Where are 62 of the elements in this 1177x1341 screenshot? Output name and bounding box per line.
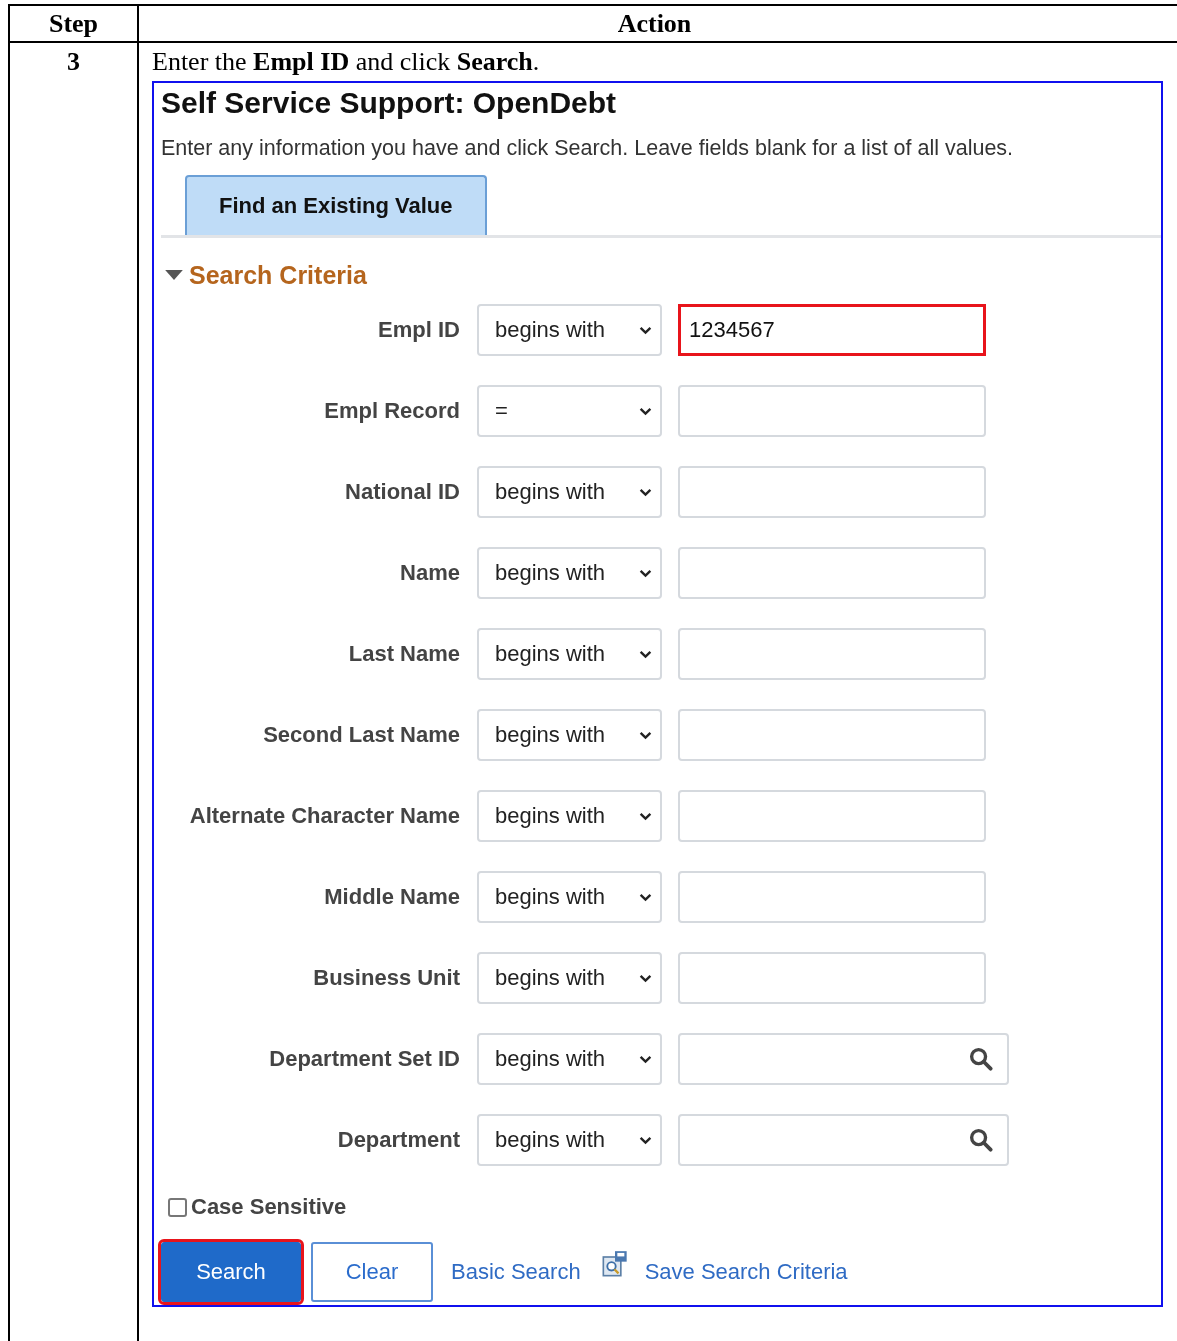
chevron-down-icon [639,487,652,497]
operator-select[interactable]: begins with [477,304,662,356]
chevron-down-icon [639,1054,652,1064]
field-label: Name [399,560,461,586]
chevron-down-icon [639,811,652,821]
document-magnifier-icon[interactable] [600,1250,629,1278]
operator-select[interactable]: = [477,385,662,437]
search-icon[interactable] [969,1047,993,1071]
collapse-triangle-icon[interactable] [165,269,183,281]
field-label: Empl Record [323,398,461,424]
search-icon[interactable] [969,1128,993,1152]
column-header: Step [10,6,139,41]
chevron-down-icon [639,406,652,416]
input-field[interactable] [678,466,986,518]
tab[interactable]: Find an Existing Value [185,175,487,235]
chevron-down-icon [639,892,652,902]
checkbox-label[interactable]: Case Sensitive [191,1194,347,1220]
input-field[interactable] [678,385,986,437]
field-label: Last Name [347,641,461,667]
lookup-field[interactable] [678,1114,1009,1166]
hint-text: Enter any information you have and click Search. Leave fields blank for a list of all values. [161,135,1015,162]
page-title: Self Service Support: OpenDebt [161,85,618,121]
chevron-down-icon [639,325,652,335]
field-label: Empl ID [377,317,461,343]
input-field[interactable]: 1234567 [678,304,986,356]
link[interactable]: Basic Search [451,1259,581,1285]
operator-select[interactable]: begins with [477,547,662,599]
operator-select[interactable]: begins with [477,871,662,923]
operator-select[interactable]: begins with [477,628,662,680]
input-field[interactable] [678,547,986,599]
input-field[interactable] [678,952,986,1004]
operator-select[interactable]: begins with [477,466,662,518]
chevron-down-icon [639,568,652,578]
field-label: National ID [344,479,461,505]
operator-select[interactable]: begins with [477,709,662,761]
field-label: Department Set ID [268,1046,461,1072]
link[interactable]: Save Search Criteria [644,1259,848,1285]
input-field[interactable] [678,628,986,680]
field-label: Business Unit [312,965,461,991]
lookup-field[interactable] [678,1033,1009,1085]
column-header: Action [616,8,693,40]
chevron-down-icon [639,730,652,740]
section-heading[interactable]: Search Criteria [189,260,367,290]
input-field[interactable] [678,871,986,923]
operator-select[interactable]: begins with [477,1114,662,1166]
operator-select[interactable]: begins with [477,790,662,842]
search-button[interactable]: Search [161,1242,301,1302]
step-number: 3 [67,47,80,76]
field-label: Second Last Name [262,722,461,748]
input-field[interactable] [678,709,986,761]
instruction-text: Enter the Empl ID and click Search. [151,46,541,78]
input-field[interactable] [678,790,986,842]
operator-select[interactable]: begins with [477,952,662,1004]
field-label: Department [336,1127,461,1153]
operator-select[interactable]: begins with [477,1033,662,1085]
chevron-down-icon [639,973,652,983]
checkbox[interactable] [168,1197,187,1217]
chevron-down-icon [639,1135,652,1145]
clear-button[interactable]: Clear [311,1242,433,1302]
field-label: Alternate Character Name [188,803,461,829]
chevron-down-icon [639,649,652,659]
field-label: Middle Name [323,884,461,910]
